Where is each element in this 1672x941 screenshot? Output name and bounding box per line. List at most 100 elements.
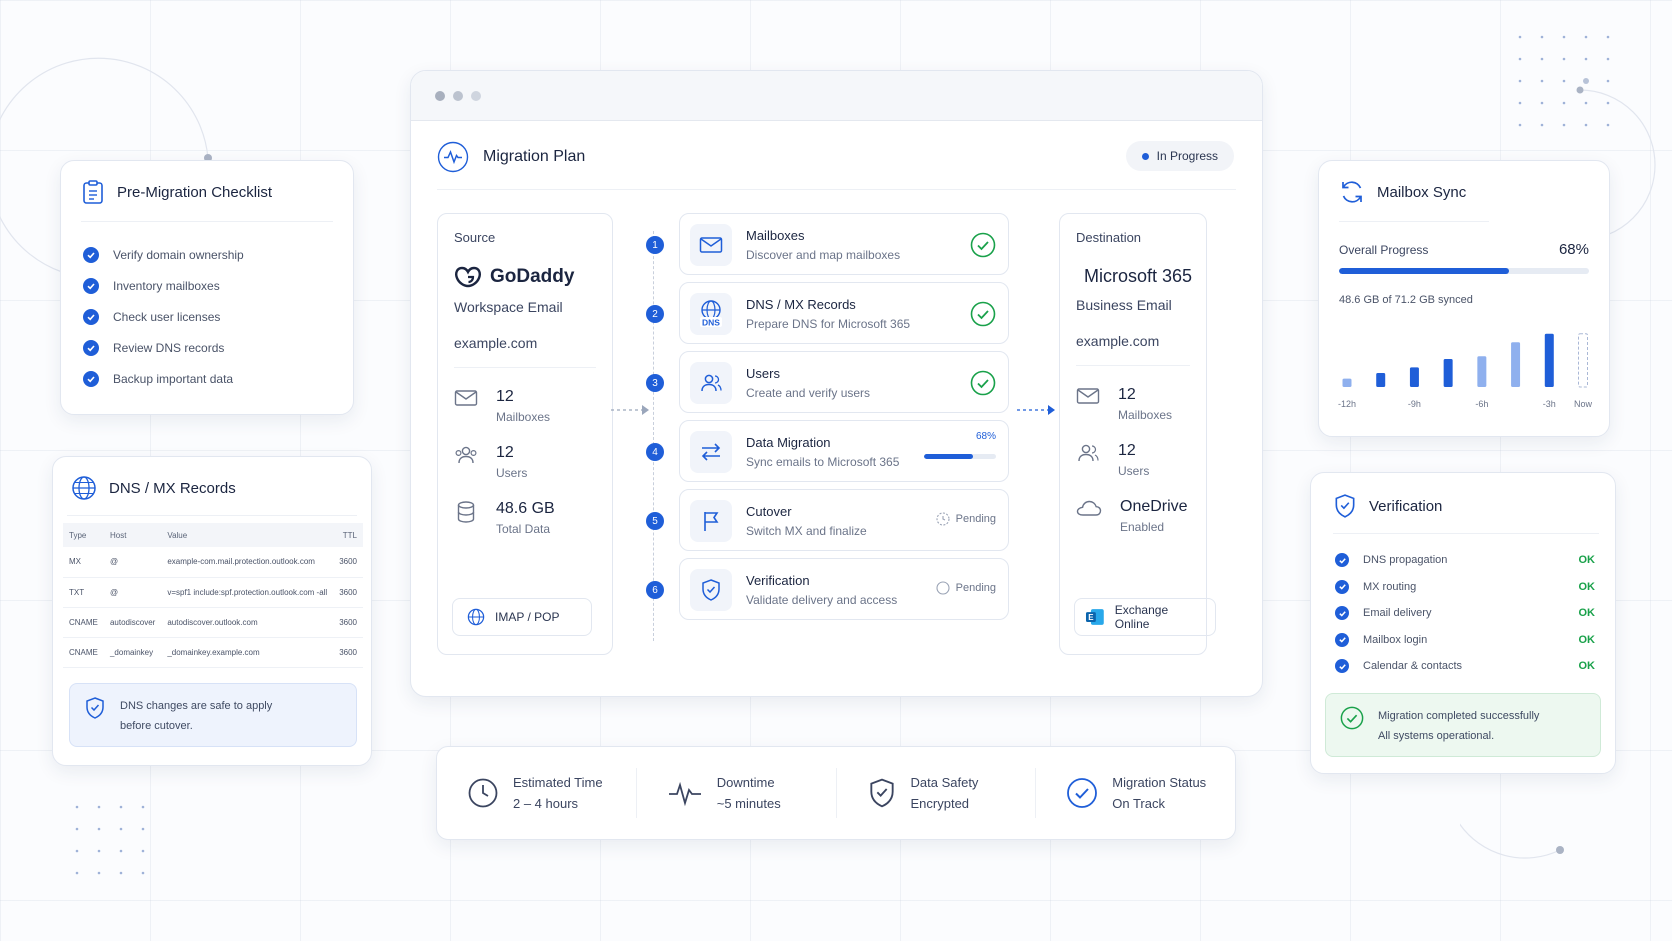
overall-progress-bar	[1339, 268, 1589, 274]
check-circle-icon	[1067, 778, 1098, 808]
note-line: DNS changes are safe to apply	[120, 700, 273, 712]
step-number: 4	[646, 443, 664, 461]
step-description: Validate delivery and access	[746, 593, 898, 607]
migration-plan-window: Migration Plan In Progress Source GoDadd…	[410, 70, 1263, 697]
column-header-host: Host	[103, 523, 162, 547]
checklist-item[interactable]: Check user licenses	[83, 301, 244, 332]
window-dot-maximize[interactable]	[471, 90, 481, 101]
transfer-arrows-icon	[690, 431, 732, 473]
checklist-title: Pre-Migration Checklist	[117, 183, 273, 201]
exchange-online-pill[interactable]: E Exchange Online	[1074, 598, 1216, 636]
destination-label: Destination	[1076, 230, 1142, 245]
verification-card: Verification DNS propagation OK MX routin…	[1310, 472, 1616, 774]
pending-circle-icon	[936, 581, 950, 595]
table-row[interactable]: MX @ example-com.mail.protection.outlook.c…	[63, 547, 363, 578]
cell-value: example-com.mail.protection.outlook.com	[161, 547, 334, 578]
check-circle-icon	[970, 370, 996, 401]
checklist-item[interactable]: Review DNS records	[83, 332, 244, 363]
summary-value: ~5 minutes	[716, 796, 781, 811]
step-progress-bar	[924, 454, 996, 459]
summary-label: Downtime	[716, 775, 775, 790]
divider	[1339, 221, 1489, 222]
verification-item: Mailbox login OK	[1335, 627, 1595, 654]
step-title: Verification	[746, 573, 810, 588]
checklist-item[interactable]: Inventory mailboxes	[83, 270, 244, 301]
window-dot-minimize[interactable]	[453, 90, 463, 101]
mail-icon	[1076, 388, 1100, 404]
stat-value: OneDrive	[1120, 498, 1188, 515]
step-cutover[interactable]: 5 Cutover Switch MX and finalize Pending	[646, 489, 1009, 551]
users-icon	[690, 362, 732, 404]
protocol-pill[interactable]: IMAP / POP	[452, 598, 592, 636]
clock-icon	[468, 778, 498, 808]
source-brand-name: GoDaddy	[490, 266, 575, 287]
stat-value: 12	[1118, 442, 1136, 459]
step-dns-mx-records[interactable]: 2 DNS DNS / MX Records Prepare DNS for M…	[646, 282, 1009, 344]
pending-clock-icon	[936, 512, 950, 526]
stat-caption: Total Data	[496, 522, 551, 536]
chart-bar	[1342, 378, 1352, 387]
step-title: Users	[746, 366, 780, 381]
checklist-item-label: Inventory mailboxes	[113, 278, 220, 293]
destination-brand-name: Microsoft 365	[1084, 265, 1193, 286]
verification-label: MX routing	[1363, 580, 1417, 593]
pulse-icon	[668, 781, 701, 807]
checklist-item[interactable]: Backup important data	[83, 363, 244, 394]
step-users[interactable]: 3 Users Create and verify users	[646, 351, 1009, 413]
source-stat-data: 48.6 GB Total Data	[454, 500, 596, 536]
pending-status: Pending	[936, 581, 996, 595]
verification-title: Verification	[1369, 497, 1443, 515]
summary-data-safety: Data Safety Encrypted	[837, 768, 1037, 818]
sync-title: Mailbox Sync	[1377, 183, 1467, 201]
table-row[interactable]: TXT @ v=spf1 include:spf.protection.outloo…	[63, 577, 363, 608]
protocol-label: IMAP / POP	[495, 610, 560, 624]
mail-icon	[690, 224, 732, 266]
destination-brand: Microsoft 365	[1076, 265, 1193, 287]
check-icon	[1335, 659, 1349, 674]
destination-stat-mailboxes: 12 Mailboxes	[1076, 386, 1190, 422]
step-mailboxes[interactable]: 1 Mailboxes Discover and map mailboxes	[646, 213, 1009, 275]
check-icon	[1335, 606, 1349, 621]
summary-estimated-time: Estimated Time 2 – 4 hours	[437, 768, 637, 818]
status-dot	[1141, 152, 1149, 160]
divider	[81, 221, 333, 222]
source-panel: Source GoDaddy Workspace Email example.c…	[437, 213, 613, 655]
step-number: 2	[646, 305, 664, 323]
destination-domain: example.com	[1076, 333, 1160, 349]
check-icon	[83, 308, 99, 325]
stat-caption: Mailboxes	[496, 410, 551, 424]
activity-icon	[437, 141, 469, 173]
step-verification[interactable]: 6 Verification Validate delivery and acc…	[646, 558, 1009, 620]
check-icon	[83, 246, 99, 263]
stat-caption: Mailboxes	[1118, 408, 1173, 422]
table-row[interactable]: CNAME autodiscover autodiscover.outlook.co…	[63, 607, 363, 638]
shield-check-icon	[1335, 494, 1355, 518]
svg-text:E: E	[1088, 613, 1093, 622]
chart-bar-pending	[1578, 333, 1588, 388]
shield-check-icon	[869, 778, 894, 808]
godaddy-logo-icon	[455, 266, 481, 288]
summary-value: On Track	[1112, 796, 1165, 811]
decorative-dot-grid-top-right	[1518, 35, 1610, 127]
chart-bar	[1511, 342, 1521, 387]
svg-text:DNS: DNS	[702, 318, 720, 328]
decorative-dot-grid-bottom-left	[75, 805, 145, 875]
summary-downtime: Downtime ~5 minutes	[637, 768, 837, 818]
verification-label: Mailbox login	[1363, 633, 1428, 646]
cell-value: v=spf1 include:spf.protection.outlook.co…	[161, 577, 334, 608]
status-badge: In Progress	[1125, 141, 1234, 171]
check-icon	[83, 277, 99, 294]
summary-label: Data Safety	[910, 775, 979, 790]
note-line: before cutover.	[120, 720, 193, 732]
chart-bar	[1477, 356, 1487, 387]
globe-icon	[467, 608, 485, 626]
table-row[interactable]: CNAME _domainkey _domainkey.example.com 360…	[63, 637, 363, 668]
stat-value: 12	[496, 444, 514, 461]
pending-status: Pending	[936, 512, 996, 526]
checklist-item[interactable]: Verify domain ownership	[83, 239, 244, 270]
mailbox-sync-card: Mailbox Sync Overall Progress 68% 48.6 G…	[1318, 160, 1610, 437]
verification-label: Calendar & contacts	[1363, 660, 1463, 673]
step-data-migration[interactable]: 4 Data Migration Sync emails to Microsof…	[646, 420, 1009, 482]
window-dot-close[interactable]	[435, 90, 445, 101]
checklist-item-label: Backup important data	[113, 371, 234, 386]
